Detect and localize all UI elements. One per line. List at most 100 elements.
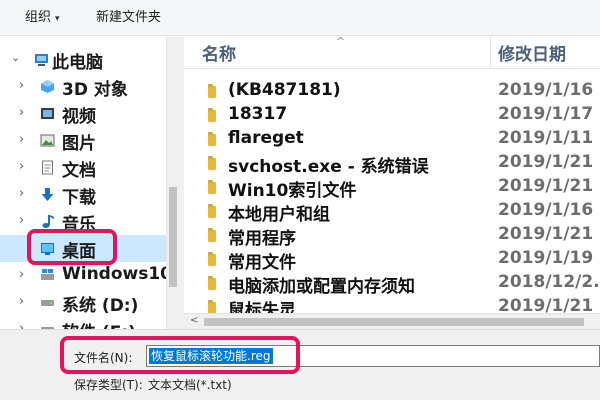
expand-arrow-icon[interactable]: › (19, 294, 24, 309)
file-row[interactable]: 18317 2019/1/17 . (184, 103, 600, 127)
file-name: (KB487181) (228, 80, 341, 100)
nav-label: 此电脑 (52, 53, 103, 73)
file-row[interactable]: (KB487181) 2019/1/16 . (184, 79, 600, 103)
nav-label: Windows10 (62, 264, 173, 284)
folder-icon (208, 132, 216, 146)
nav-scrollbar[interactable] (166, 37, 178, 329)
file-date: 2019/1/17 . (498, 104, 600, 124)
folder-icon (208, 108, 216, 122)
save-form: 文件名(N): 恢复鼠标滚轮功能.reg 保存类型(T): 文本文档(*.txt… (0, 329, 600, 400)
folder-icon (208, 180, 216, 194)
nav-scroll-thumb[interactable] (169, 187, 177, 287)
video-icon (41, 108, 54, 119)
file-row[interactable]: 鼠标失灵 2019/1/21 . (184, 295, 600, 313)
nav-label: 系统 (D:) (62, 296, 139, 316)
file-row[interactable]: 本地用户和组 2019/1/16 . (184, 199, 600, 225)
file-name: Win10索引文件 (228, 181, 357, 201)
file-name: 本地用户和组 (228, 205, 330, 225)
savetype-select[interactable]: 文本文档(*.txt) (148, 376, 232, 393)
documents-icon (42, 160, 53, 175)
nav-item-drive-d[interactable]: › 系统 (D:) (0, 289, 166, 316)
file-name: flareget (228, 128, 304, 148)
file-name: svchost.exe - 系统错误 (228, 157, 429, 177)
nav-item-3d-objects[interactable]: › 3D 对象 (0, 73, 166, 100)
pictures-icon (40, 134, 55, 147)
nav-label: 软件 (E:) (62, 318, 136, 329)
nav-item-pictures[interactable]: › 图片 (0, 127, 166, 154)
file-row[interactable]: 常用程序 2019/1/21 . (184, 223, 600, 249)
nav-item-this-pc[interactable]: ⌄ 此电脑 (0, 46, 166, 73)
nav-label: 视频 (62, 107, 96, 127)
file-name: 常用文件 (228, 253, 296, 273)
nav-item-documents[interactable]: › 文档 (0, 154, 166, 181)
windows-drive-icon (41, 269, 54, 280)
filename-value: 恢复鼠标滚轮功能.reg (149, 348, 273, 364)
nav-label: 3D 对象 (62, 80, 128, 100)
file-row[interactable]: 常用文件 2019/1/19 . (184, 247, 600, 273)
expand-arrow-icon[interactable]: › (19, 78, 24, 93)
nav-label: 音乐 (62, 215, 96, 235)
column-divider[interactable] (490, 37, 491, 69)
file-date: 2019/1/16 . (498, 80, 600, 100)
drive-icon (41, 300, 54, 306)
filename-label: 文件名(N): (74, 351, 133, 365)
folder-icon (208, 84, 216, 98)
download-icon (41, 188, 54, 201)
toolbar: 组织 ▾ 新建文件夹 (0, 0, 600, 36)
file-name: 18317 (228, 104, 288, 124)
nav-item-downloads[interactable]: › 下载 (0, 181, 166, 208)
expand-arrow-icon[interactable]: › (19, 132, 24, 147)
expand-arrow-icon[interactable]: › (19, 267, 24, 282)
file-name: 电脑添加或配置内存须知 (228, 277, 415, 297)
chevron-down-icon: ▾ (55, 14, 60, 24)
desktop-icon (41, 243, 54, 255)
organize-button[interactable]: 组织 ▾ (25, 0, 60, 36)
folder-icon (208, 228, 216, 242)
new-folder-button[interactable]: 新建文件夹 (96, 0, 161, 36)
file-date: 2019/1/21 . (498, 152, 600, 172)
horizontal-scroll-thumb[interactable] (204, 318, 584, 326)
file-row[interactable]: flareget 2019/1/11 . (184, 127, 600, 151)
organize-label: 组织 (25, 10, 52, 25)
nav-label: 图片 (62, 134, 96, 154)
nav-label: 下载 (62, 188, 96, 208)
file-date: 2019/1/16 . (498, 200, 600, 220)
drive-icon (41, 327, 54, 329)
nav-item-music[interactable]: › 音乐 (0, 208, 166, 235)
file-date: 2019/1/21 . (498, 296, 600, 313)
file-name: 鼠标失灵 (228, 301, 296, 313)
3d-objects-icon (41, 80, 54, 93)
file-row[interactable]: 电脑添加或配置内存须知 2018/12/2. (184, 271, 600, 297)
file-list: 名称 ^ 修改日期 (KB487181) 2019/1/16 . 18317 2… (184, 37, 600, 313)
nav-item-drive-e[interactable]: › 软件 (E:) (0, 316, 166, 329)
filename-input[interactable]: 恢复鼠标滚轮功能.reg (146, 345, 600, 367)
nav-item-desktop[interactable]: 桌面 (0, 235, 166, 262)
expand-arrow-icon[interactable]: › (19, 159, 24, 174)
folder-icon (208, 300, 216, 313)
folder-icon (208, 252, 216, 266)
expand-arrow-icon[interactable]: › (19, 213, 24, 228)
folder-icon (208, 276, 216, 290)
folder-icon (208, 204, 216, 218)
expand-arrow-icon[interactable]: › (19, 321, 24, 329)
file-row[interactable]: svchost.exe - 系统错误 2019/1/21 . (184, 151, 600, 177)
horizontal-scrollbar[interactable]: < (184, 313, 600, 329)
nav-item-windows10-drive[interactable]: › Windows10 (0, 262, 172, 289)
folder-icon (208, 156, 216, 170)
file-date: 2019/1/21 . (498, 224, 600, 244)
file-date: 2019/1/11 . (498, 128, 600, 148)
column-date-header[interactable]: 修改日期 (498, 40, 566, 65)
savetype-label: 保存类型(T): (74, 378, 143, 392)
column-name-header[interactable]: 名称 (202, 40, 236, 65)
file-date: 2019/1/21 . (498, 176, 600, 196)
expand-arrow-icon[interactable]: ⌄ (11, 51, 20, 64)
nav-item-video[interactable]: › 视频 (0, 100, 166, 127)
expand-arrow-icon[interactable]: › (19, 186, 24, 201)
file-row[interactable]: Win10索引文件 2019/1/21 . (184, 175, 600, 201)
expand-arrow-icon[interactable]: › (19, 105, 24, 120)
file-date: 2019/1/19 . (498, 248, 600, 268)
sort-ascending-icon: ^ (336, 37, 346, 48)
file-name: 常用程序 (228, 229, 296, 249)
nav-label: 桌面 (62, 242, 96, 262)
scroll-left-icon[interactable]: < (190, 315, 198, 326)
